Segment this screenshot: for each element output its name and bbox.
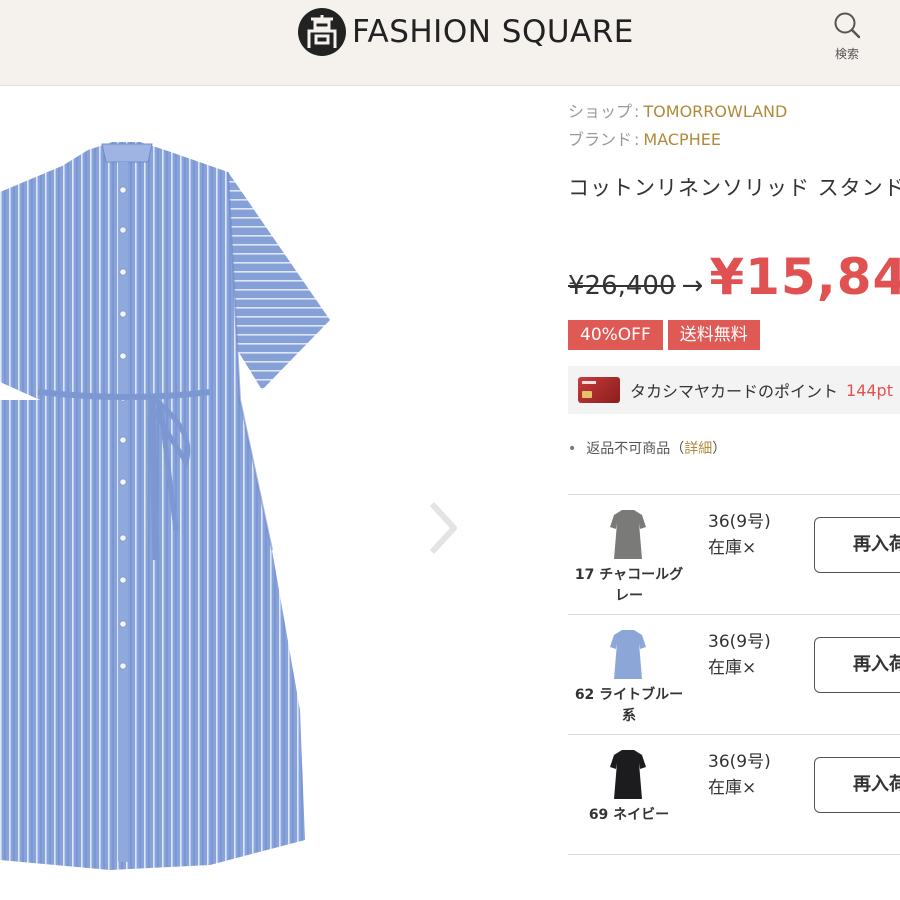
variant-size: 36(9号) [708, 632, 771, 652]
shop-label: ショップ [568, 102, 633, 121]
variant-stock: 在庫× [708, 658, 757, 678]
brand-link[interactable]: MACPHEE [643, 130, 721, 149]
bullet-icon: • [568, 441, 577, 457]
search-label: 検索 [834, 47, 859, 61]
brand-separator: : [634, 130, 640, 149]
shop-separator: : [634, 102, 640, 121]
dress-thumbnail-icon[interactable] [608, 507, 648, 561]
variant-color: 17 チャコールグレー [574, 567, 684, 604]
shop-row: ショップ: TOMORROWLAND [568, 98, 900, 126]
site-logo[interactable]: FASHION SQUARE [298, 8, 634, 56]
dress-thumbnail-shape-lightblue [610, 630, 646, 679]
dress-thumbnail-shape-charcoal [610, 510, 646, 559]
search-icon [834, 12, 861, 39]
dress-thumbnail-icon[interactable] [608, 627, 648, 681]
free-shipping-badge: 送料無料 [667, 320, 760, 350]
product-title: コットンリネンソリッド スタンドカラーワンピース [568, 176, 900, 200]
return-note-close: ） [712, 441, 727, 457]
logo-text: FASHION SQUARE [352, 14, 634, 50]
product-image[interactable] [0, 100, 345, 880]
variant-stock: 在庫× [708, 538, 757, 558]
brand-row: ブランド: MACPHEE [568, 126, 900, 154]
price-arrow: → [681, 271, 704, 301]
restock-button[interactable]: 再入荷 [814, 517, 900, 573]
search-button[interactable]: 検索 [826, 10, 868, 62]
variant-row: 69 ネイビー 36(9号) 在庫× 再入荷 [568, 735, 900, 855]
return-note-text: 返品不可商品（ [586, 441, 685, 457]
variant-stock: 在庫× [708, 778, 757, 798]
variant-size: 36(9号) [708, 752, 771, 772]
gallery-next-chevron-icon[interactable] [420, 498, 464, 558]
variant-color: 69 ネイビー [588, 807, 670, 823]
variant-row: 62 ライトブルー系 36(9号) 在庫× 再入荷 [568, 615, 900, 735]
brand-label: ブランド [568, 130, 633, 149]
original-price: ¥26,400 [568, 271, 676, 301]
credit-card-icon [578, 377, 620, 403]
dress-thumbnail-shape-navy [610, 750, 646, 799]
variant-color: 62 ライトブルー系 [574, 687, 684, 724]
card-points-label: タカシマヤカードのポイント [630, 382, 839, 401]
return-note: • 返品不可商品（詳細） [568, 438, 726, 458]
variant-size: 36(9号) [708, 512, 771, 532]
badge-row: 40%OFF 送料無料 [568, 320, 765, 350]
product-info: ショップ: TOMORROWLAND ブランド: MACPHEE コットンリネンソリ… [568, 98, 900, 900]
price-row: ¥26,400 → ¥15,840 [568, 248, 900, 306]
restock-button[interactable]: 再入荷 [814, 757, 900, 813]
return-details-link[interactable]: 詳細 [684, 441, 712, 457]
variant-row: 17 チャコールグレー 36(9号) 在庫× 再入荷 [568, 495, 900, 615]
card-points-value: 144pt [846, 380, 893, 400]
sale-price: ¥15,840 [709, 248, 900, 306]
discount-badge: 40%OFF [568, 320, 663, 350]
takashimaya-logo-icon [298, 8, 346, 56]
card-points-box[interactable]: タカシマヤカードのポイント 144pt [568, 366, 900, 414]
shop-link[interactable]: TOMORROWLAND [643, 102, 787, 121]
dress-thumbnail-icon[interactable] [608, 747, 648, 801]
site-header: FASHION SQUARE 検索 [0, 0, 900, 86]
restock-button[interactable]: 再入荷 [814, 637, 900, 693]
variant-list: 17 チャコールグレー 36(9号) 在庫× 再入荷 62 ライトブルー系 36… [568, 494, 900, 855]
